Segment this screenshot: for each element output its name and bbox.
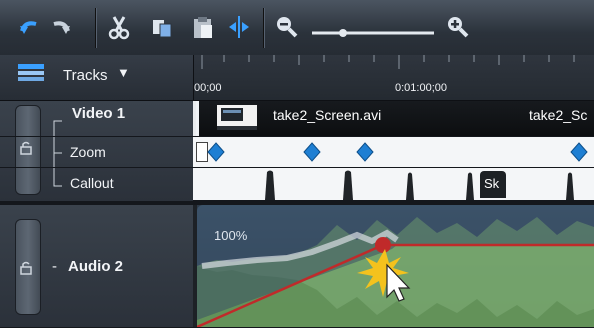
timecode-1min: 0:01:00;00 xyxy=(395,82,447,94)
paste-icon[interactable] xyxy=(190,14,216,40)
callout-marker[interactable] xyxy=(406,172,414,201)
audio-clip[interactable]: 100% xyxy=(197,205,594,327)
zoom-keyframe[interactable] xyxy=(570,142,588,162)
chevron-down-icon[interactable]: ▼ xyxy=(117,65,130,80)
callout-lane[interactable]: Sk xyxy=(193,168,594,201)
copy-icon[interactable] xyxy=(150,14,176,40)
zoom-out-icon[interactable] xyxy=(274,14,300,40)
lock-icon[interactable] xyxy=(19,261,33,280)
video-clip[interactable]: take2_Screen.avi take2_Sc xyxy=(196,101,594,136)
cut-icon[interactable] xyxy=(106,14,132,40)
zoom-lane[interactable] xyxy=(193,137,594,168)
zoom-in-icon[interactable] xyxy=(445,14,471,40)
redo-icon[interactable] xyxy=(47,14,73,40)
zoom-slider[interactable] xyxy=(312,24,434,37)
zoom-keyframe[interactable] xyxy=(207,142,225,162)
track-view-icon[interactable] xyxy=(18,64,44,82)
callout-marker[interactable] xyxy=(343,170,353,201)
clip-label: take2_Screen.avi xyxy=(273,107,382,123)
toolbar-separator xyxy=(263,8,264,48)
volume-label: 100% xyxy=(214,228,248,243)
track-name-video-1[interactable]: Video 1 xyxy=(72,105,125,122)
volume-keyframe[interactable] xyxy=(375,237,391,253)
toolbar xyxy=(0,0,594,56)
audio-2-lane[interactable]: 100% xyxy=(193,201,594,328)
track-name-audio-2[interactable]: Audio 2 xyxy=(68,258,123,275)
callout-clip[interactable]: Sk xyxy=(480,171,506,198)
audio-waveform xyxy=(197,205,594,327)
track-name-callout[interactable]: Callout xyxy=(70,175,114,191)
tracks-label[interactable]: Tracks xyxy=(63,67,107,84)
undo-icon[interactable] xyxy=(17,14,43,40)
track-header-audio-2: - Audio 2 xyxy=(0,201,193,328)
callout-clip-label: Sk xyxy=(484,176,500,191)
time-ruler[interactable]: 00;00 0:01:00;00 xyxy=(193,55,594,100)
toolbar-separator xyxy=(95,8,96,48)
callout-marker[interactable] xyxy=(265,170,275,201)
lock-icon[interactable] xyxy=(19,141,33,160)
callout-marker[interactable] xyxy=(466,172,474,201)
track-header-group: Video 1 Zoom Callout xyxy=(0,101,193,202)
timeline-header: Tracks ▼ 00;00 0:01:00;00 xyxy=(0,55,594,101)
zoom-keyframe[interactable] xyxy=(356,142,374,162)
zoom-keyframe[interactable] xyxy=(303,142,321,162)
track-name-zoom[interactable]: Zoom xyxy=(70,144,106,160)
split-icon[interactable] xyxy=(226,14,252,40)
timecode-start: 00;00 xyxy=(194,82,222,94)
video-1-lane[interactable]: take2_Screen.avi take2_Sc xyxy=(193,101,594,137)
clip-thumbnail xyxy=(217,105,257,130)
track-prefix: - xyxy=(52,258,57,275)
callout-marker[interactable] xyxy=(566,172,574,201)
clip-label: take2_Sc xyxy=(529,107,588,123)
